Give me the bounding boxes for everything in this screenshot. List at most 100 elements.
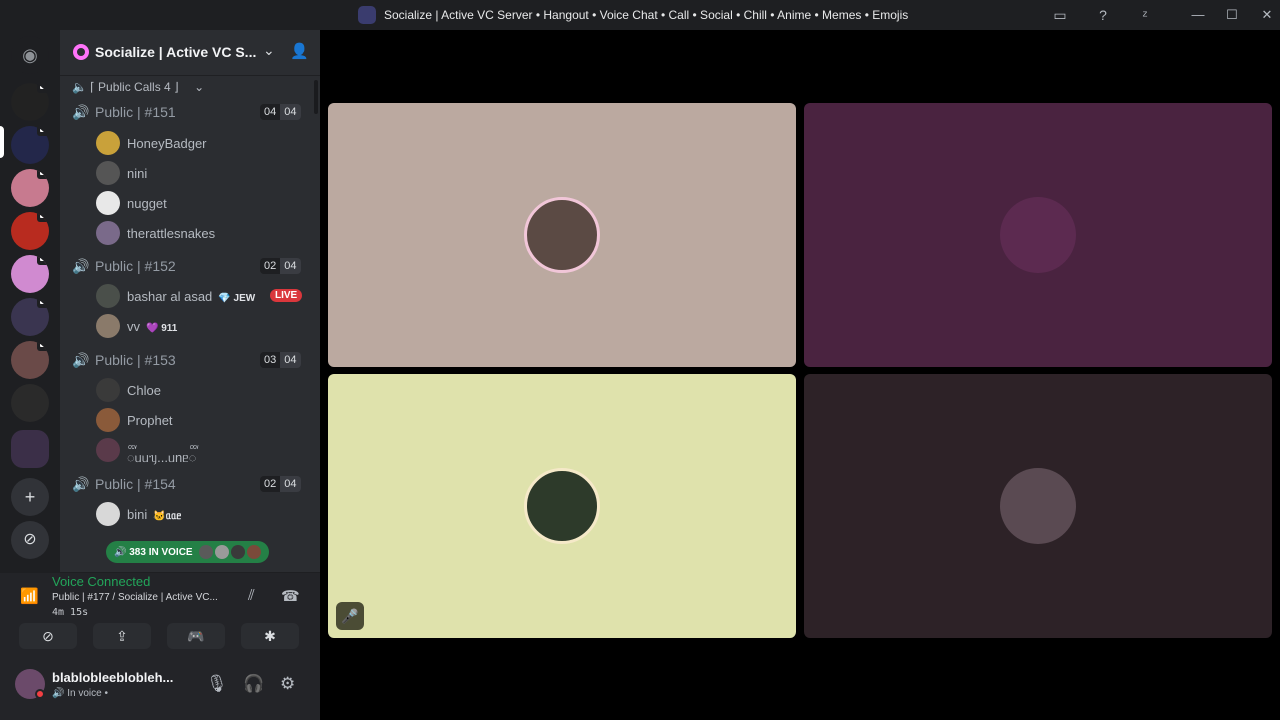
voice-user[interactable]: Prophet bbox=[96, 406, 312, 434]
voice-user[interactable]: vv 💜 911 bbox=[96, 312, 312, 340]
participant-tile[interactable]: 🎤 bbox=[328, 374, 796, 638]
chat-badge-icon bbox=[37, 341, 49, 351]
server-name: Socialize | Active VC S... bbox=[95, 44, 257, 60]
camera-off-button[interactable]: ⊘ bbox=[19, 623, 77, 649]
avatar bbox=[1000, 468, 1076, 544]
chat-badge-icon bbox=[37, 255, 49, 265]
inbox-icon[interactable]: ▭ bbox=[1051, 6, 1069, 24]
add-server-icon[interactable]: + bbox=[11, 478, 49, 516]
voice-user[interactable]: nini bbox=[96, 159, 312, 187]
sleep-icon[interactable]: ᶻ bbox=[1136, 6, 1154, 24]
user-name: bini 🐱ᥲᥲᥱ bbox=[127, 507, 182, 522]
avatar bbox=[1000, 197, 1076, 273]
user-name: vv 💜 911 bbox=[127, 319, 178, 334]
user-name[interactable]: blablobleeblobleh... bbox=[52, 670, 173, 685]
in-voice-pill[interactable]: 🔊 383 IN VOICE bbox=[106, 541, 269, 563]
voice-channel[interactable]: 🔊 Public | #153 03 04 bbox=[72, 349, 312, 371]
invite-people-icon[interactable]: 👤 bbox=[290, 42, 309, 60]
chat-badge-icon bbox=[37, 298, 49, 308]
voice-channel-path[interactable]: Public | #177 / Socialize | Active VC... bbox=[52, 592, 218, 603]
soundboard-button[interactable]: ✱ bbox=[241, 623, 299, 649]
chat-badge-icon bbox=[37, 126, 49, 136]
server-header[interactable]: Socialize | Active VC S... ⌄ 👤 bbox=[60, 30, 320, 76]
user-name: bashar al asad 💎 JEW bbox=[127, 289, 256, 304]
voice-channel-name: Public | #151 bbox=[95, 104, 176, 120]
close-button[interactable]: ✕ bbox=[1257, 6, 1277, 24]
voice-user[interactable]: ᢅᥙᥙᥡ...ᥙnᥱᢅ bbox=[96, 436, 312, 465]
title-bar: Socialize | Active VC Server • Hangout •… bbox=[0, 0, 1280, 30]
user-count: 03 04 bbox=[260, 352, 301, 368]
voice-user[interactable]: bini 🐱ᥲᥲᥱ bbox=[96, 500, 312, 528]
help-icon[interactable]: ? bbox=[1094, 6, 1112, 24]
minimize-button[interactable]: — bbox=[1188, 6, 1208, 24]
explore-icon[interactable]: ⊘ bbox=[11, 521, 49, 559]
server-icon-6[interactable] bbox=[11, 298, 49, 336]
chat-badge-icon bbox=[37, 83, 49, 93]
category-label: ⌈ Public Calls 4 ⌋ bbox=[90, 80, 179, 94]
avatar bbox=[96, 502, 120, 526]
chevron-down-icon[interactable]: ⌄ bbox=[263, 42, 275, 59]
voice-channel-name: Public | #154 bbox=[95, 476, 176, 492]
user-panel: blablobleeblobleh... 🔊 In voice • 🎙 🎧 ⚙ bbox=[0, 656, 320, 720]
server-folder[interactable] bbox=[11, 430, 49, 468]
chat-badge-icon bbox=[37, 212, 49, 222]
voice-user[interactable]: Chloe bbox=[96, 376, 312, 404]
avatar bbox=[96, 191, 120, 215]
activity-button[interactable]: 🎮 bbox=[167, 623, 225, 649]
voice-channel[interactable]: 🔊 Public | #152 02 04 bbox=[72, 255, 312, 277]
avatar bbox=[214, 545, 229, 559]
scrollbar[interactable] bbox=[314, 80, 318, 114]
avatar bbox=[96, 161, 120, 185]
voice-user[interactable]: bashar al asad 💎 JEW LIVE bbox=[96, 282, 312, 310]
voice-user[interactable]: therattlesnakes bbox=[96, 219, 312, 247]
signal-icon[interactable]: 📶 bbox=[20, 587, 39, 605]
settings-icon[interactable]: ⚙ bbox=[280, 674, 295, 694]
server-icon-3[interactable] bbox=[11, 169, 49, 207]
speaker-icon: 🔊 bbox=[72, 476, 90, 492]
user-count: 04 04 bbox=[260, 104, 301, 120]
avatar bbox=[230, 545, 245, 559]
discord-home-icon[interactable]: ◉ bbox=[11, 36, 49, 74]
speaker-icon: 🔊 bbox=[72, 104, 90, 120]
server-icon-8[interactable] bbox=[11, 384, 49, 422]
user-count: 02 04 bbox=[260, 258, 301, 274]
status-dot-icon bbox=[35, 689, 45, 699]
voice-status[interactable]: Voice Connected bbox=[52, 574, 150, 589]
server-icon-1[interactable] bbox=[11, 83, 49, 121]
server-icon-7[interactable] bbox=[11, 341, 49, 379]
speaker-icon: 🔊 bbox=[52, 688, 68, 699]
speaker-icon: 🔊 bbox=[72, 352, 90, 368]
chat-badge-icon bbox=[37, 169, 49, 179]
avatar bbox=[198, 545, 213, 559]
voice-user[interactable]: HoneyBadger bbox=[96, 129, 312, 157]
voice-channel[interactable]: 🔊 Public | #154 02 04 bbox=[72, 473, 312, 495]
maximize-button[interactable]: ☐ bbox=[1222, 6, 1242, 24]
noise-suppression-icon[interactable]: ⫽ bbox=[248, 587, 255, 604]
participant-tile[interactable] bbox=[804, 103, 1272, 367]
window-title: Socialize | Active VC Server • Hangout •… bbox=[384, 8, 909, 22]
headphones-icon[interactable]: 🎧 bbox=[243, 674, 264, 694]
voice-connected-panel: 📶 Voice Connected Public | #177 / Social… bbox=[0, 572, 320, 656]
disconnect-icon[interactable]: ☎ bbox=[281, 587, 300, 605]
server-icon-4[interactable] bbox=[11, 212, 49, 250]
voice-user[interactable]: nugget bbox=[96, 189, 312, 217]
avatar bbox=[524, 197, 600, 273]
server-icon-5[interactable] bbox=[11, 255, 49, 293]
avatar bbox=[96, 131, 120, 155]
voice-stage: 🎤 bbox=[320, 30, 1280, 720]
share-screen-button[interactable]: ⇪ bbox=[93, 623, 151, 649]
microphone-icon[interactable]: 🎙 bbox=[206, 674, 228, 694]
participant-tile[interactable] bbox=[328, 103, 796, 367]
participant-tile[interactable] bbox=[804, 374, 1272, 638]
muted-icon: 🎤 bbox=[336, 602, 364, 630]
voice-channel-name: Public | #152 bbox=[95, 258, 176, 274]
avatar bbox=[96, 438, 120, 462]
server-icon-socialize[interactable] bbox=[11, 126, 49, 164]
category-public-calls[interactable]: 🔈 ⌈ Public Calls 4 ⌋ ⌄ bbox=[72, 80, 204, 94]
avatar bbox=[246, 545, 261, 559]
voice-channel[interactable]: 🔊 Public | #151 04 04 bbox=[72, 101, 312, 123]
avatar bbox=[96, 408, 120, 432]
user-count: 02 04 bbox=[260, 476, 301, 492]
voice-elapsed: 4m 15s bbox=[52, 607, 89, 618]
boost-icon bbox=[73, 44, 89, 60]
